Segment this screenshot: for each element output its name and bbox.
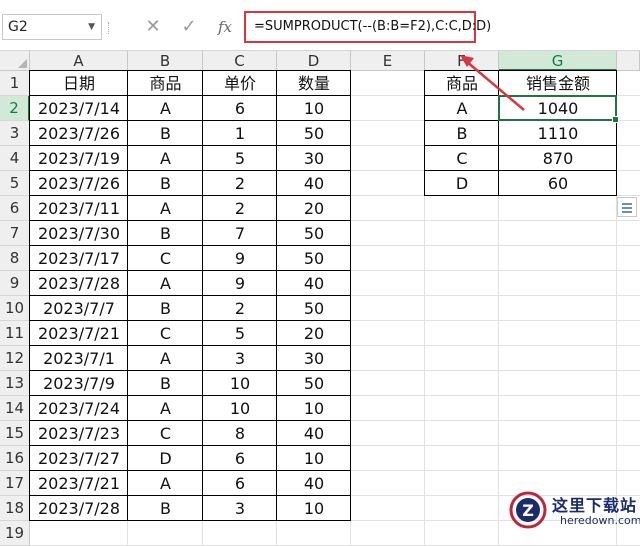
watermark-url: heredown.com [560, 514, 640, 527]
watermark: Z 这里下载站 heredown.com [504, 488, 640, 532]
svg-text:Z: Z [522, 501, 534, 520]
quick-analysis-icon[interactable] [617, 197, 637, 217]
watermark-title: 这里下载站 [552, 496, 638, 515]
watermark-logo: Z [509, 491, 547, 529]
annotation-arrow [460, 55, 525, 111]
arrow-line [465, 60, 525, 111]
